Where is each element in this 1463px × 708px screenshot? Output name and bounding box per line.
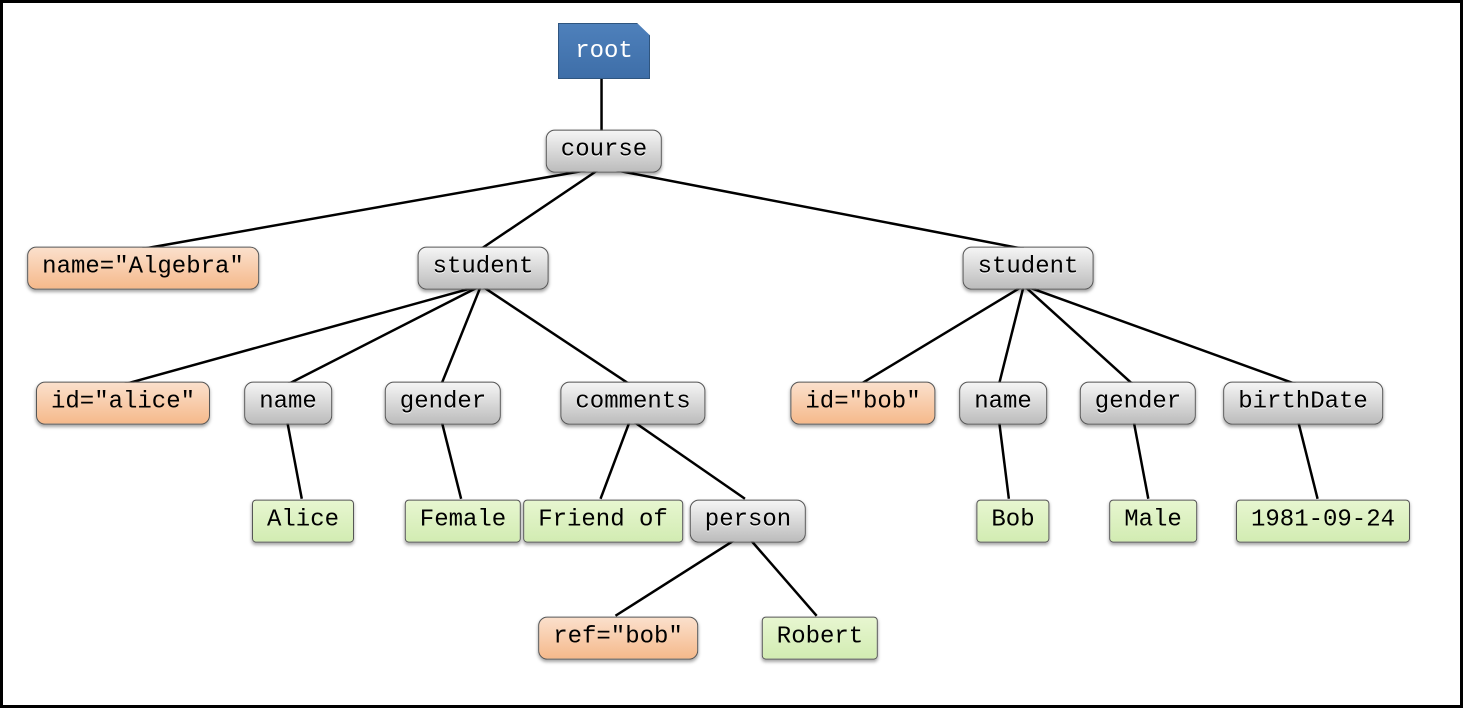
person-value: Robert [762, 617, 878, 660]
edge-layer [3, 3, 1460, 705]
alice-name-value: Alice [252, 500, 354, 543]
bob-birthdate-node: birthDate [1223, 382, 1383, 425]
alice-comments-node: comments [560, 382, 705, 425]
person-node: person [690, 500, 806, 543]
bob-name-value: Bob [976, 500, 1049, 543]
course-node: course [546, 130, 662, 173]
student-bob-id-attr: id="bob" [790, 382, 935, 425]
student-alice-id-attr: id="alice" [36, 382, 210, 425]
student-alice-node: student [418, 247, 549, 290]
bob-name-node: name [959, 382, 1047, 425]
root-node: root [558, 23, 650, 79]
bob-gender-node: gender [1080, 382, 1196, 425]
alice-comments-text: Friend of [523, 500, 683, 543]
alice-gender-value: Female [405, 500, 521, 543]
person-ref-attr: ref="bob" [538, 617, 698, 660]
alice-name-node: name [244, 382, 332, 425]
course-name-attr: name="Algebra" [27, 247, 259, 290]
alice-gender-node: gender [385, 382, 501, 425]
student-bob-node: student [963, 247, 1094, 290]
diagram-frame: root course name="Algebra" student id="a… [0, 0, 1463, 708]
bob-gender-value: Male [1109, 500, 1197, 543]
bob-birthdate-value: 1981-09-24 [1236, 500, 1410, 543]
